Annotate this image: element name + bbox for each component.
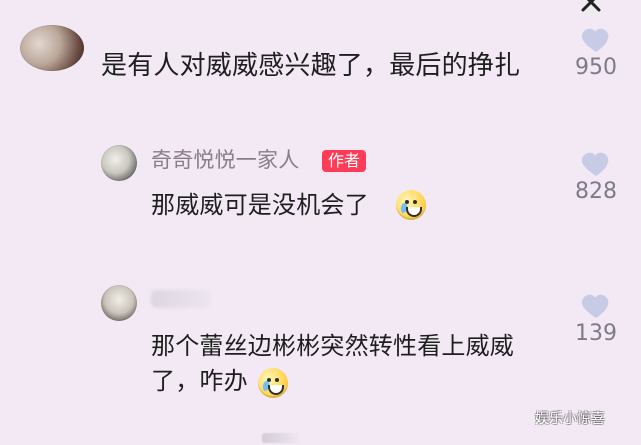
heart-icon	[581, 294, 609, 319]
like-button[interactable]: 139	[566, 293, 626, 347]
comment-text: 那威威可是没机会了	[151, 191, 369, 219]
like-count: 828	[575, 179, 617, 204]
avatar[interactable]	[101, 285, 137, 321]
heart-icon	[581, 152, 609, 177]
like-button[interactable]: 828	[566, 151, 626, 205]
watermark: 娱乐小惊喜	[535, 411, 605, 427]
avatar[interactable]	[101, 145, 137, 181]
author-badge: 作者	[322, 150, 367, 172]
partial-next-comment	[262, 433, 302, 443]
comment-text: 是有人对威威感兴趣了，最后的挣扎	[101, 51, 521, 81]
blurred-username	[151, 290, 211, 308]
close-icon[interactable]	[574, 0, 608, 12]
author-name[interactable]: 奇奇悦悦一家人	[151, 148, 299, 172]
like-count: 139	[575, 321, 617, 346]
crying-laugh-emoji	[396, 190, 426, 220]
comment-text-line: 那个蕾丝边彬彬突然转性看上威威	[151, 332, 514, 360]
avatar[interactable]	[20, 25, 84, 71]
comment-text-line: 了，咋办	[151, 367, 248, 395]
heart-icon	[581, 28, 609, 53]
like-count: 950	[575, 55, 617, 80]
like-button[interactable]: 950	[566, 27, 626, 81]
crying-laugh-emoji	[258, 368, 288, 398]
